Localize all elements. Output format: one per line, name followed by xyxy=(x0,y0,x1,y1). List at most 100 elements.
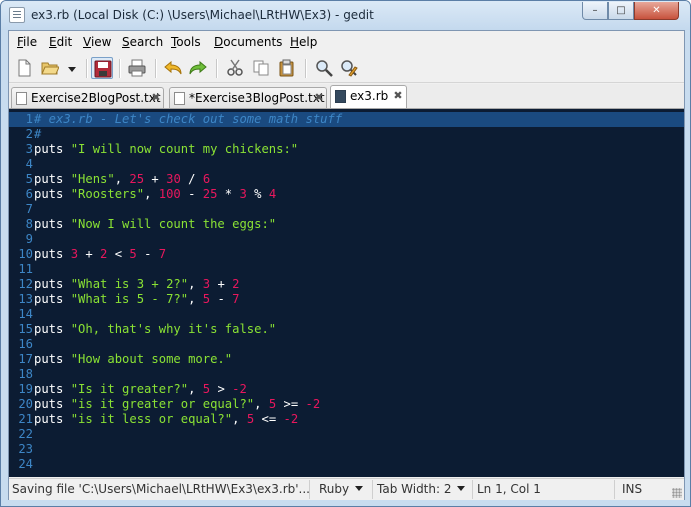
toolbar-separator xyxy=(155,59,156,78)
code-line[interactable]: 19 puts "Is it greater?", 5 > -2 xyxy=(9,382,684,397)
code-token: "Is it greater?" xyxy=(70,382,189,396)
menu-help[interactable]: Help xyxy=(290,35,317,49)
undo-icon[interactable] xyxy=(162,57,184,79)
tab-close-icon[interactable]: ✖ xyxy=(150,92,162,104)
line-number: 15 xyxy=(18,322,33,336)
line-number: 9 xyxy=(25,232,33,246)
code-line[interactable]: 14 xyxy=(9,307,684,322)
line-number: 11 xyxy=(18,262,33,276)
new-document-icon[interactable] xyxy=(13,57,35,79)
code-line[interactable]: 15 puts "Oh, that's why it's false." xyxy=(9,322,684,337)
copy-icon[interactable] xyxy=(250,57,272,79)
code-token: - xyxy=(136,247,159,261)
save-icon[interactable] xyxy=(91,57,113,79)
code-token: puts xyxy=(34,142,71,156)
tab-ex3-rb[interactable]: ex3.rb ✖ xyxy=(330,85,407,108)
open-recent-dropdown-icon[interactable] xyxy=(64,57,78,79)
code-token: 30 xyxy=(166,172,181,186)
code-token: -2 xyxy=(283,412,299,426)
code-token: puts xyxy=(34,352,71,366)
close-button[interactable]: ✕ xyxy=(634,2,679,20)
code-token: puts xyxy=(34,247,71,261)
code-token: , xyxy=(188,292,203,306)
minimize-button[interactable]: – xyxy=(582,2,608,20)
code-token: "Now I will count the eggs:" xyxy=(70,217,277,231)
menu-search[interactable]: Search xyxy=(122,35,163,49)
redo-icon[interactable] xyxy=(187,57,209,79)
menu-view[interactable]: View xyxy=(83,35,111,49)
tab-bar: Exercise2BlogPost.txt ✖ *Exercise3BlogPo… xyxy=(9,84,684,108)
line-number: 6 xyxy=(25,187,33,201)
code-line[interactable]: 5 puts "Hens", 25 + 30 / 6 xyxy=(9,172,684,187)
code-editor[interactable]: 1 # ex3.rb - Let's check out some math st… xyxy=(9,108,684,477)
status-message: Saving file 'C:\Users\Michael\LRtHW\Ex3\… xyxy=(12,482,310,496)
code-line[interactable]: 24 xyxy=(9,457,684,472)
code-line[interactable]: 13 puts "What is 5 - 7?", 5 - 7 xyxy=(9,292,684,307)
code-line[interactable]: 6 puts "Roosters", 100 - 25 * 3 % 4 xyxy=(9,187,684,202)
paste-icon[interactable] xyxy=(276,57,298,79)
code-line[interactable]: 7 xyxy=(9,202,684,217)
line-number: 8 xyxy=(25,217,33,231)
language-label: Ruby xyxy=(319,482,350,496)
code-text: puts "is it less or equal?", 5 <= -2 xyxy=(34,412,298,427)
code-line[interactable]: 1 # ex3.rb - Let's check out some math st… xyxy=(9,112,684,127)
cursor-position: Ln 1, Col 1 xyxy=(477,482,541,496)
code-token: "is it greater or equal?" xyxy=(70,397,255,411)
menu-file[interactable]: File xyxy=(17,35,37,49)
status-divider xyxy=(614,480,615,499)
menu-documents[interactable]: Documents xyxy=(214,35,282,49)
language-selector[interactable]: Ruby xyxy=(319,482,364,496)
insert-mode: INS xyxy=(622,482,643,496)
code-token: puts xyxy=(34,172,71,186)
code-line[interactable]: 17 puts "How about some more." xyxy=(9,352,684,367)
code-line[interactable]: 22 xyxy=(9,427,684,442)
code-line[interactable]: 8 puts "Now I will count the eggs:" xyxy=(9,217,684,232)
client-area: File Edit View Search Tools Documents He… xyxy=(8,30,685,500)
code-line[interactable]: 23 xyxy=(9,442,684,457)
code-line[interactable]: 11 xyxy=(9,262,684,277)
code-line[interactable]: 21 puts "is it less or equal?", 5 <= -2 xyxy=(9,412,684,427)
tab-width-selector[interactable]: Tab Width: 2 xyxy=(377,482,466,496)
tab-exercise2blogpost[interactable]: Exercise2BlogPost.txt ✖ xyxy=(11,87,164,108)
maximize-button[interactable]: □ xyxy=(608,2,634,20)
code-token: , xyxy=(188,277,203,291)
code-text: puts "Is it greater?", 5 > -2 xyxy=(34,382,247,397)
status-divider xyxy=(309,480,310,499)
line-number: 10 xyxy=(18,247,33,261)
status-divider xyxy=(372,480,373,499)
cut-icon[interactable] xyxy=(224,57,246,79)
find-replace-icon[interactable] xyxy=(338,57,360,79)
code-token: -2 xyxy=(305,397,321,411)
code-line[interactable]: 9 xyxy=(9,232,684,247)
code-token: "What is 5 - 7?" xyxy=(70,292,189,306)
text-file-icon xyxy=(174,92,185,105)
text-file-icon xyxy=(16,92,27,105)
resize-grip[interactable] xyxy=(672,488,682,498)
code-token: < xyxy=(107,247,130,261)
code-token: <= xyxy=(254,412,284,426)
code-line[interactable]: 20 puts "is it greater or equal?", 5 >= -… xyxy=(9,397,684,412)
tab-label: Exercise2BlogPost.txt xyxy=(31,91,161,105)
tab-exercise3blogpost[interactable]: *Exercise3BlogPost.txt ✖ xyxy=(169,87,327,108)
menu-bar: File Edit View Search Tools Documents He… xyxy=(9,31,684,53)
line-number: 4 xyxy=(25,157,33,171)
code-line[interactable]: 16 xyxy=(9,337,684,352)
find-icon[interactable] xyxy=(313,57,335,79)
code-token: , xyxy=(114,172,130,186)
menu-tools[interactable]: Tools xyxy=(171,35,201,49)
code-line[interactable]: 4 xyxy=(9,157,684,172)
code-line[interactable]: 18 xyxy=(9,367,684,382)
code-token: 3 xyxy=(70,247,79,261)
tab-close-icon[interactable]: ✖ xyxy=(392,90,404,102)
code-line[interactable]: 3 puts "I will now count my chickens:" xyxy=(9,142,684,157)
code-token: "Hens" xyxy=(70,172,115,186)
menu-edit[interactable]: Edit xyxy=(49,35,72,49)
code-line[interactable]: 12 puts "What is 3 + 2?", 3 + 2 xyxy=(9,277,684,292)
title-bar[interactable]: ex3.rb (Local Disk (C:) \Users\Michael\L… xyxy=(1,1,690,30)
code-line[interactable]: 2 # xyxy=(9,127,684,142)
print-icon[interactable] xyxy=(126,57,148,79)
code-line[interactable]: 10 puts 3 + 2 < 5 - 7 xyxy=(9,247,684,262)
open-folder-icon[interactable] xyxy=(39,57,61,79)
toolbar-separator xyxy=(86,59,87,78)
tab-close-icon[interactable]: ✖ xyxy=(313,92,325,104)
